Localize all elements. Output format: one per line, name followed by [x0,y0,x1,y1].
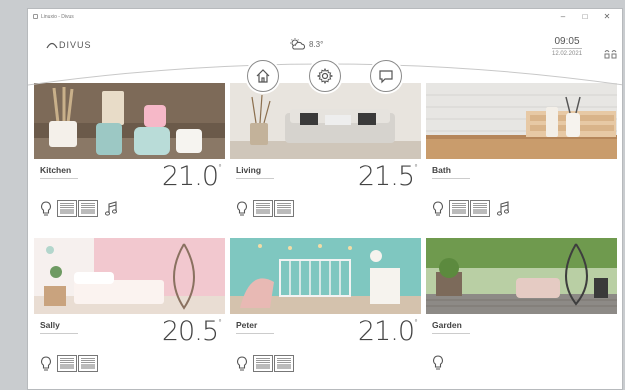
room-temperature: 20.5° [161,316,222,347]
room-controls [40,355,104,372]
window-controls: – □ ✕ [552,9,618,24]
bath-photo [426,83,617,159]
room-name: Kitchen [40,165,72,175]
music-icon [497,200,509,216]
room-name: Living [236,165,262,175]
window-title: Linuxio - Divus [41,13,74,20]
music-icon [105,200,117,216]
gear-icon [317,68,333,84]
room-name-underline [432,178,470,179]
room-controls [236,355,300,372]
outside-temperature: 8.3° [309,39,324,49]
room-name-underline [236,333,274,334]
blinds-icon [274,200,294,217]
room-tile-peter[interactable]: Peter 21.0° [230,238,421,389]
light-button[interactable] [432,355,444,371]
blinds-button[interactable] [253,355,295,372]
maximize-button[interactable]: □ [574,9,596,24]
clock: 09:05 12.02.2021 [552,36,583,57]
light-button[interactable] [40,200,52,217]
music-button[interactable] [496,200,510,217]
sun-cloud-icon [290,38,305,50]
blinds-button[interactable] [57,200,99,217]
room-name-underline [432,333,470,334]
bulb-icon [41,200,51,216]
living-photo [230,83,421,159]
room-name: Sally [40,320,60,330]
room-tile-sally[interactable]: Sally 20.5° [34,238,225,389]
weather-widget[interactable]: 8.3° [288,38,323,50]
bulb-icon [237,355,247,371]
blinds-icon [449,200,469,217]
blinds-icon [78,355,98,372]
blinds-icon [253,355,273,372]
clock-time: 09:05 [552,36,583,49]
room-name: Peter [236,320,258,330]
room-tile-kitchen[interactable]: Kitchen 21.0° [34,83,225,233]
garden-photo [426,238,617,314]
light-button[interactable] [432,200,444,217]
apps-icon[interactable] [604,48,618,60]
logo-arc-icon [46,42,58,49]
minimize-button[interactable]: – [552,9,574,24]
room-grid: Kitchen 21.0° Living 21.5° Bath Sally 20… [34,83,618,389]
messages-nav-button[interactable] [370,60,402,92]
room-name-underline [236,178,274,179]
app-window: Linuxio - Divus – □ ✕ DIVUS 8.3° 09:05 1… [27,8,623,390]
blinds-icon [57,355,77,372]
room-temperature: 21.0° [161,161,222,192]
room-tile-bath[interactable]: Bath [426,83,617,233]
blinds-button[interactable] [57,355,99,372]
blinds-icon [253,200,273,217]
blinds-button[interactable] [449,200,491,217]
bulb-icon [237,200,247,216]
room-name: Bath [432,165,451,175]
home-nav-button[interactable] [247,60,279,92]
room-controls [236,200,300,217]
bulb-icon [41,355,51,371]
title-bar: Linuxio - Divus – □ ✕ [28,9,622,24]
music-button[interactable] [104,200,118,217]
room-name: Garden [432,320,462,330]
settings-nav-button[interactable] [309,60,341,92]
kitchen-photo [34,83,225,159]
divus-logo: DIVUS [46,40,92,50]
chat-icon [379,70,393,84]
blinds-button[interactable] [253,200,295,217]
bulb-icon [433,200,443,216]
logo-text: DIVUS [59,40,92,50]
blinds-icon [470,200,490,217]
light-button[interactable] [236,355,248,372]
light-button[interactable] [236,200,248,217]
room-temperature: 21.0° [357,316,418,347]
sally-photo [34,238,225,314]
room-controls [432,355,449,371]
blinds-icon [57,200,77,217]
clock-date: 12.02.2021 [552,51,583,57]
room-name-underline [40,333,78,334]
blinds-icon [78,200,98,217]
app-icon [33,14,38,19]
close-button[interactable]: ✕ [596,9,618,24]
room-tile-living[interactable]: Living 21.5° [230,83,421,233]
bulb-icon [433,355,443,370]
room-name-underline [40,178,78,179]
blinds-icon [274,355,294,372]
room-temperature: 21.5° [357,161,418,192]
room-controls [432,200,515,217]
room-tile-garden[interactable]: Garden [426,238,617,389]
home-icon [256,69,270,83]
light-button[interactable] [40,355,52,372]
room-controls [40,200,123,217]
peter-photo [230,238,421,314]
